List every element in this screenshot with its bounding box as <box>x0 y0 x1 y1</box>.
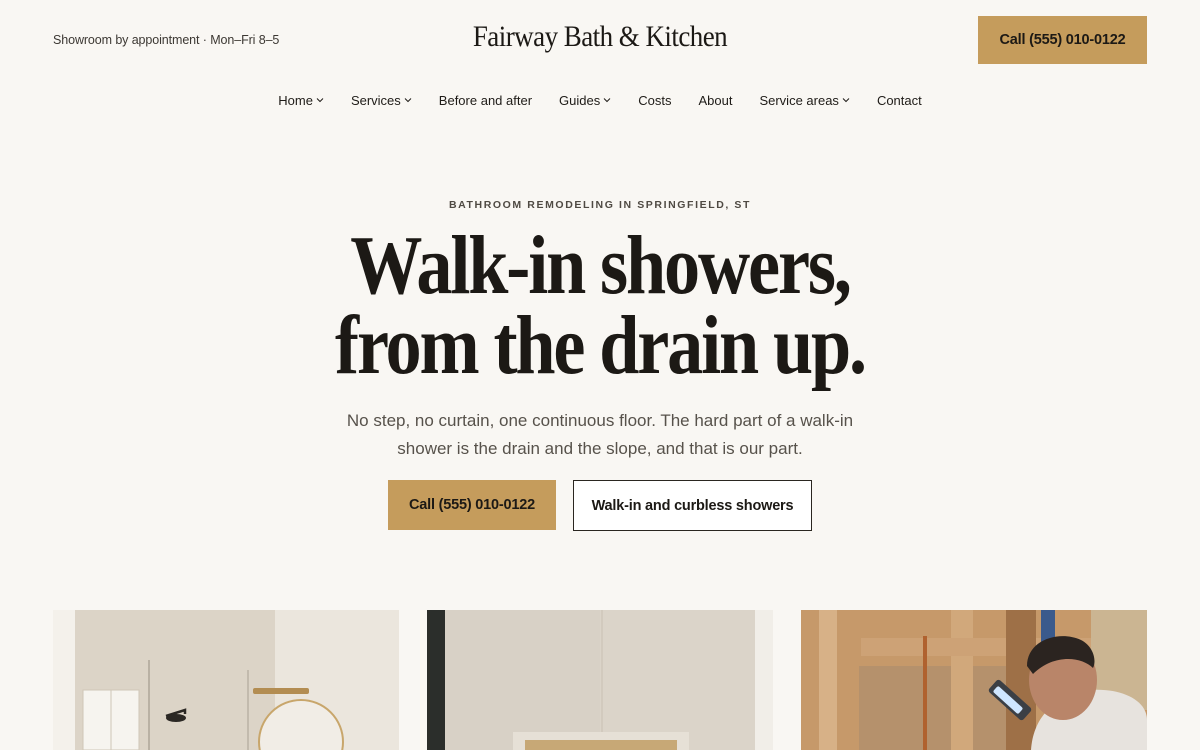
call-button-header[interactable]: Call (555) 010-0122 <box>978 16 1147 64</box>
chevron-down-icon <box>316 96 324 104</box>
nav-item-label: Before and after <box>438 92 533 108</box>
site-header: Showroom by appointment · Mon–Fri 8–5 Fa… <box>0 0 1200 80</box>
chevron-down-icon <box>842 96 850 104</box>
hero-eyebrow: BATHROOM REMODELING IN SPRINGFIELD, ST <box>448 199 752 211</box>
nav-item-home[interactable]: Home <box>278 89 324 111</box>
nav-item-label: About <box>698 92 733 108</box>
walk-in-showers-button[interactable]: Walk-in and curbless showers <box>573 480 812 531</box>
hero-cta-row: Call (555) 010-0122 Walk-in and curbless… <box>388 480 812 531</box>
nav-item-label: Services <box>350 92 401 108</box>
call-button-hero[interactable]: Call (555) 010-0122 <box>388 480 556 530</box>
hero-headline: Walk-in showers, from the drain up. <box>0 219 1200 392</box>
nav-item-label: Home <box>278 92 313 108</box>
nav-item-label: Service areas <box>759 92 839 108</box>
shower-niche-photo <box>427 610 773 750</box>
nav-item-label: Costs <box>638 92 672 108</box>
hero-lede: No step, no curtain, one continuous floo… <box>346 411 854 458</box>
nav-item-guides[interactable]: Guides <box>559 89 611 111</box>
chevron-down-icon <box>404 96 412 104</box>
headline-line-1: Walk-in showers, <box>350 219 852 312</box>
nav-item-services[interactable]: Services <box>351 89 412 111</box>
nav-item-before-and-after[interactable]: Before and after <box>439 89 532 111</box>
nav-item-about[interactable]: About <box>698 89 732 111</box>
nav-item-label: Contact <box>876 92 922 108</box>
bathroom-vanity-photo <box>53 610 399 750</box>
headline-line-2: from the drain up. <box>335 299 867 392</box>
main-nav: Home Services Before and after Guides Co… <box>0 89 1200 111</box>
nav-item-costs[interactable]: Costs <box>638 89 671 111</box>
nav-item-service-areas[interactable]: Service areas <box>759 89 850 111</box>
contractor-inspecting-photo <box>801 610 1147 750</box>
chevron-down-icon <box>603 96 611 104</box>
nav-item-label: Guides <box>559 92 601 108</box>
nav-item-contact[interactable]: Contact <box>877 89 922 111</box>
